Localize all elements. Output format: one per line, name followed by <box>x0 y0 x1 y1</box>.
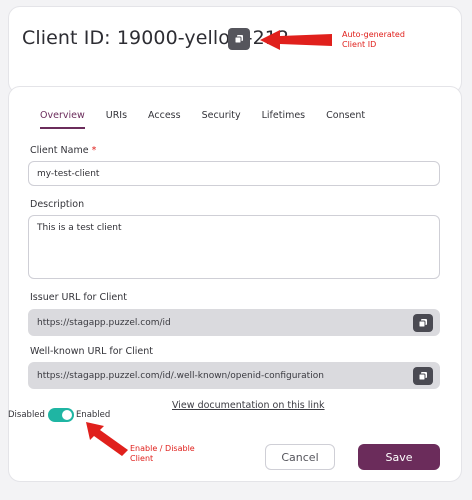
tab-consent[interactable]: Consent <box>326 110 365 129</box>
client-name-value: my-test-client <box>37 168 100 179</box>
issuer-url-field: https://stagapp.puzzel.com/id <box>28 309 440 336</box>
annotation-line-1: Auto-generated <box>342 30 405 39</box>
copy-icon <box>418 319 427 328</box>
description-textarea[interactable]: This is a test client <box>28 215 440 279</box>
cancel-button[interactable]: Cancel <box>265 444 335 470</box>
required-marker: * <box>91 145 97 156</box>
documentation-link[interactable]: View documentation on this link <box>172 400 325 411</box>
tab-access[interactable]: Access <box>148 110 181 129</box>
client-name-label-text: Client Name <box>30 145 89 156</box>
wellknown-url-value: https://stagapp.puzzel.com/id/.well-know… <box>37 370 324 381</box>
client-name-input[interactable]: my-test-client <box>28 161 440 186</box>
toggle-enabled-label: Enabled <box>75 410 111 420</box>
tab-lifetimes[interactable]: Lifetimes <box>262 110 306 129</box>
tab-overview[interactable]: Overview <box>40 110 85 129</box>
tab-uris[interactable]: URIs <box>106 110 127 129</box>
toggle-disabled-label: Disabled <box>8 410 45 420</box>
annotation-line-2: Client <box>130 454 154 463</box>
client-name-label: Client Name * <box>30 145 96 156</box>
copy-icon <box>418 372 427 381</box>
copy-client-id-button[interactable] <box>228 28 250 50</box>
annotation-line-1: Enable / Disable <box>130 444 195 453</box>
description-label: Description <box>30 199 85 210</box>
annotation-line-2: Client ID <box>342 40 377 49</box>
annotation-arrow-icon <box>86 422 128 456</box>
copy-icon <box>234 35 243 44</box>
enable-toggle[interactable] <box>47 408 74 422</box>
issuer-url-value: https://stagapp.puzzel.com/id <box>37 317 171 328</box>
annotation-client-id: Auto-generated Client ID <box>342 30 405 50</box>
tab-bar: Overview URIs Access Security Lifetimes … <box>30 110 386 129</box>
toggle-knob <box>61 410 72 420</box>
issuer-url-label: Issuer URL for Client <box>30 292 127 303</box>
client-id-card <box>8 6 462 94</box>
wellknown-url-field: https://stagapp.puzzel.com/id/.well-know… <box>28 362 440 389</box>
annotation-arrow-icon <box>260 30 332 50</box>
copy-issuer-url-button[interactable] <box>413 314 433 332</box>
description-value: This is a test client <box>37 223 122 233</box>
copy-wellknown-url-button[interactable] <box>413 367 433 385</box>
annotation-toggle: Enable / Disable Client <box>130 444 195 464</box>
wellknown-url-label: Well-known URL for Client <box>30 346 153 357</box>
save-button[interactable]: Save <box>358 444 440 470</box>
tab-security[interactable]: Security <box>202 110 241 129</box>
